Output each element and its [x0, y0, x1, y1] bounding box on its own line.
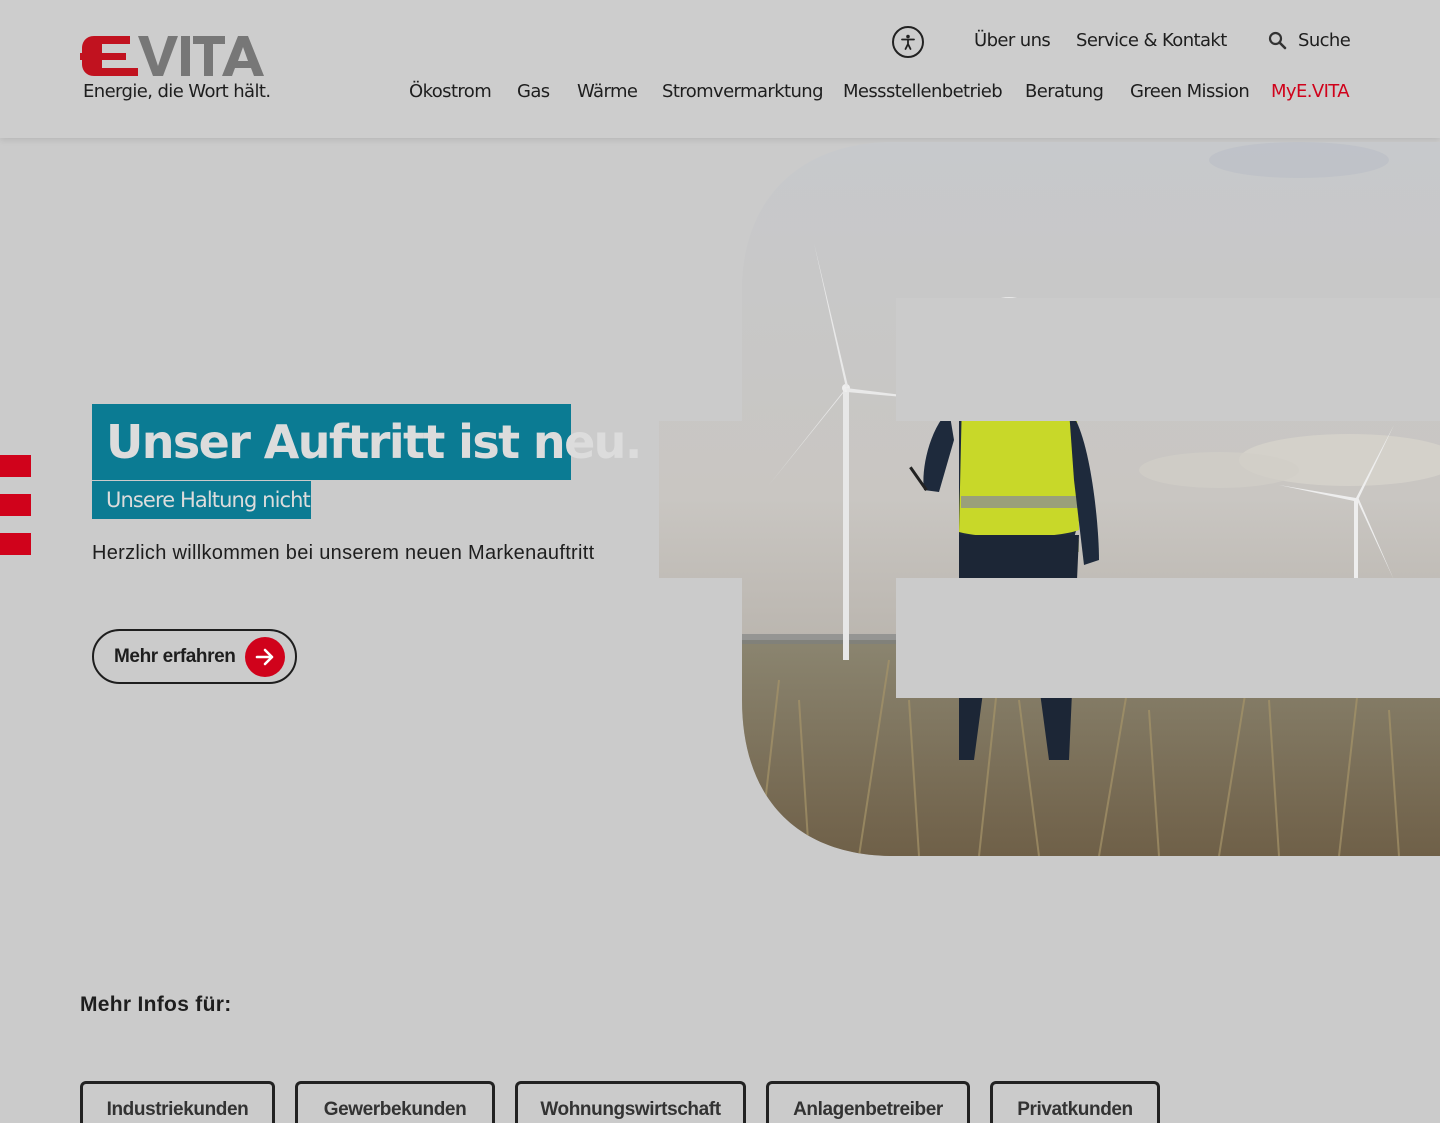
nav-item-stromvermarktung[interactable]: Stromvermarktung: [662, 81, 824, 102]
hero-title: Unser Auftritt ist neu.: [92, 404, 642, 480]
tile-anlagenbetreiber[interactable]: Anlagenbetreiber: [766, 1081, 970, 1123]
accessibility-button[interactable]: [892, 26, 924, 58]
nav-item-waerme[interactable]: Wärme: [577, 81, 638, 102]
tile-industriekunden[interactable]: Industriekunden: [80, 1081, 275, 1123]
tile-privatkunden[interactable]: Privatkunden: [990, 1081, 1160, 1123]
decorative-red-bars: [0, 455, 31, 572]
nav-item-messstellenbetrieb[interactable]: Messstellenbetrieb: [843, 81, 1003, 102]
hero-text: Herzlich willkommen bei unserem neuen Ma…: [92, 542, 595, 564]
main-nav: Ökostrom Gas Wärme Stromvermarktung Mess…: [0, 81, 1440, 107]
nav-item-beratung[interactable]: Beratung: [1025, 81, 1104, 102]
site-header: Energie, die Wort hält. Über uns Service…: [0, 0, 1440, 138]
more-info-label: Mehr erfahren: [114, 645, 236, 667]
tile-wohnungswirtschaft[interactable]: Wohnungswirtschaft: [515, 1081, 746, 1123]
hero-subtitle: Unsere Haltung nicht: [92, 481, 311, 519]
evita-logo-mark: [80, 36, 264, 76]
info-heading: Mehr Infos für:: [80, 993, 232, 1016]
nav-item-green-mission[interactable]: Green Mission: [1130, 81, 1250, 102]
nav-item-oekostrom[interactable]: Ökostrom: [409, 81, 492, 102]
arrow-right-icon: [245, 637, 285, 677]
meta-link-service-contact[interactable]: Service & Kontakt: [1076, 30, 1227, 51]
nav-item-gas[interactable]: Gas: [517, 81, 550, 102]
meta-link-about[interactable]: Über uns: [974, 30, 1051, 51]
search-icon: [1268, 31, 1287, 49]
accessibility-icon: [901, 34, 915, 50]
search-label: Suche: [1298, 30, 1351, 51]
hero-image: [659, 142, 1440, 856]
nav-item-mye-vita[interactable]: MyE.VITA: [1271, 81, 1350, 102]
search-button[interactable]: Suche: [1268, 30, 1351, 51]
more-info-button[interactable]: Mehr erfahren: [92, 629, 297, 684]
tile-gewerbekunden[interactable]: Gewerbekunden: [295, 1081, 495, 1123]
